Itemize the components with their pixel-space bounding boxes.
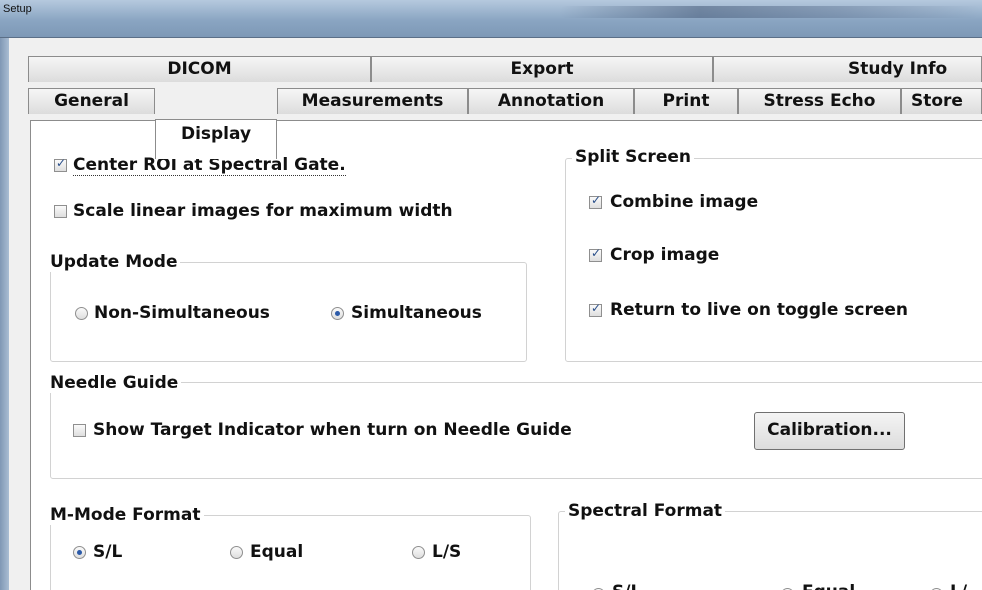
show-target-checkbox[interactable] [73,424,86,437]
calibration-button[interactable]: Calibration... [754,412,905,450]
tab-general[interactable]: General [28,88,155,114]
spectral-sl-label[interactable]: S/L [612,582,641,590]
tab-stress-echo[interactable]: Stress Echo [738,88,901,114]
needle-guide-title: Needle Guide [47,373,182,393]
non-simultaneous-radio[interactable] [75,307,88,320]
mmode-equal-radio[interactable] [230,546,243,559]
crop-image-checkbox[interactable] [589,246,602,262]
center-roi-checkbox[interactable] [54,156,67,172]
mmode-sl-label[interactable]: S/L [93,542,122,562]
window-title: Setup [3,3,32,15]
spectral-format-group [558,511,982,590]
show-target-label[interactable]: Show Target Indicator when turn on Needl… [93,420,572,440]
return-to-live-checkbox[interactable] [589,301,602,317]
tab-dicom[interactable]: DICOM [28,56,371,82]
spectral-format-title: Spectral Format [565,501,726,521]
mmode-ls-radio[interactable] [412,546,425,559]
tab-export[interactable]: Export [371,56,713,82]
spectral-ls-label[interactable]: L/ [950,582,967,590]
mmode-sl-radio[interactable] [73,546,86,559]
crop-image-label[interactable]: Crop image [610,245,719,265]
title-bar-blurred-text [560,6,980,18]
mmode-ls-label[interactable]: L/S [432,542,461,562]
tab-store[interactable]: Store [901,88,982,114]
mmode-equal-label[interactable]: Equal [250,542,303,562]
combine-image-label[interactable]: Combine image [610,192,758,212]
spectral-equal-label[interactable]: Equal [802,582,855,590]
title-bar: Setup [0,0,982,38]
window-frame-left [0,38,9,590]
scale-linear-label[interactable]: Scale linear images for maximum width [73,201,453,221]
scale-linear-checkbox[interactable] [54,205,67,218]
mmode-format-title: M-Mode Format [47,505,204,525]
tab-study-info[interactable]: Study Info [713,56,982,82]
return-to-live-label[interactable]: Return to live on toggle screen [610,300,908,320]
combine-image-checkbox[interactable] [589,193,602,209]
simultaneous-radio[interactable] [331,307,344,320]
tab-print[interactable]: Print [634,88,738,114]
split-screen-title: Split Screen [572,147,694,167]
display-tab-content: Center ROI at Spectral Gate. Scale linea… [30,120,982,590]
simultaneous-label[interactable]: Simultaneous [351,303,482,323]
non-simultaneous-label[interactable]: Non-Simultaneous [94,303,270,323]
tab-display[interactable]: Display [155,119,277,159]
tab-annotation[interactable]: Annotation [468,88,634,114]
tab-measurements[interactable]: Measurements [277,88,468,114]
update-mode-title: Update Mode [47,252,181,272]
